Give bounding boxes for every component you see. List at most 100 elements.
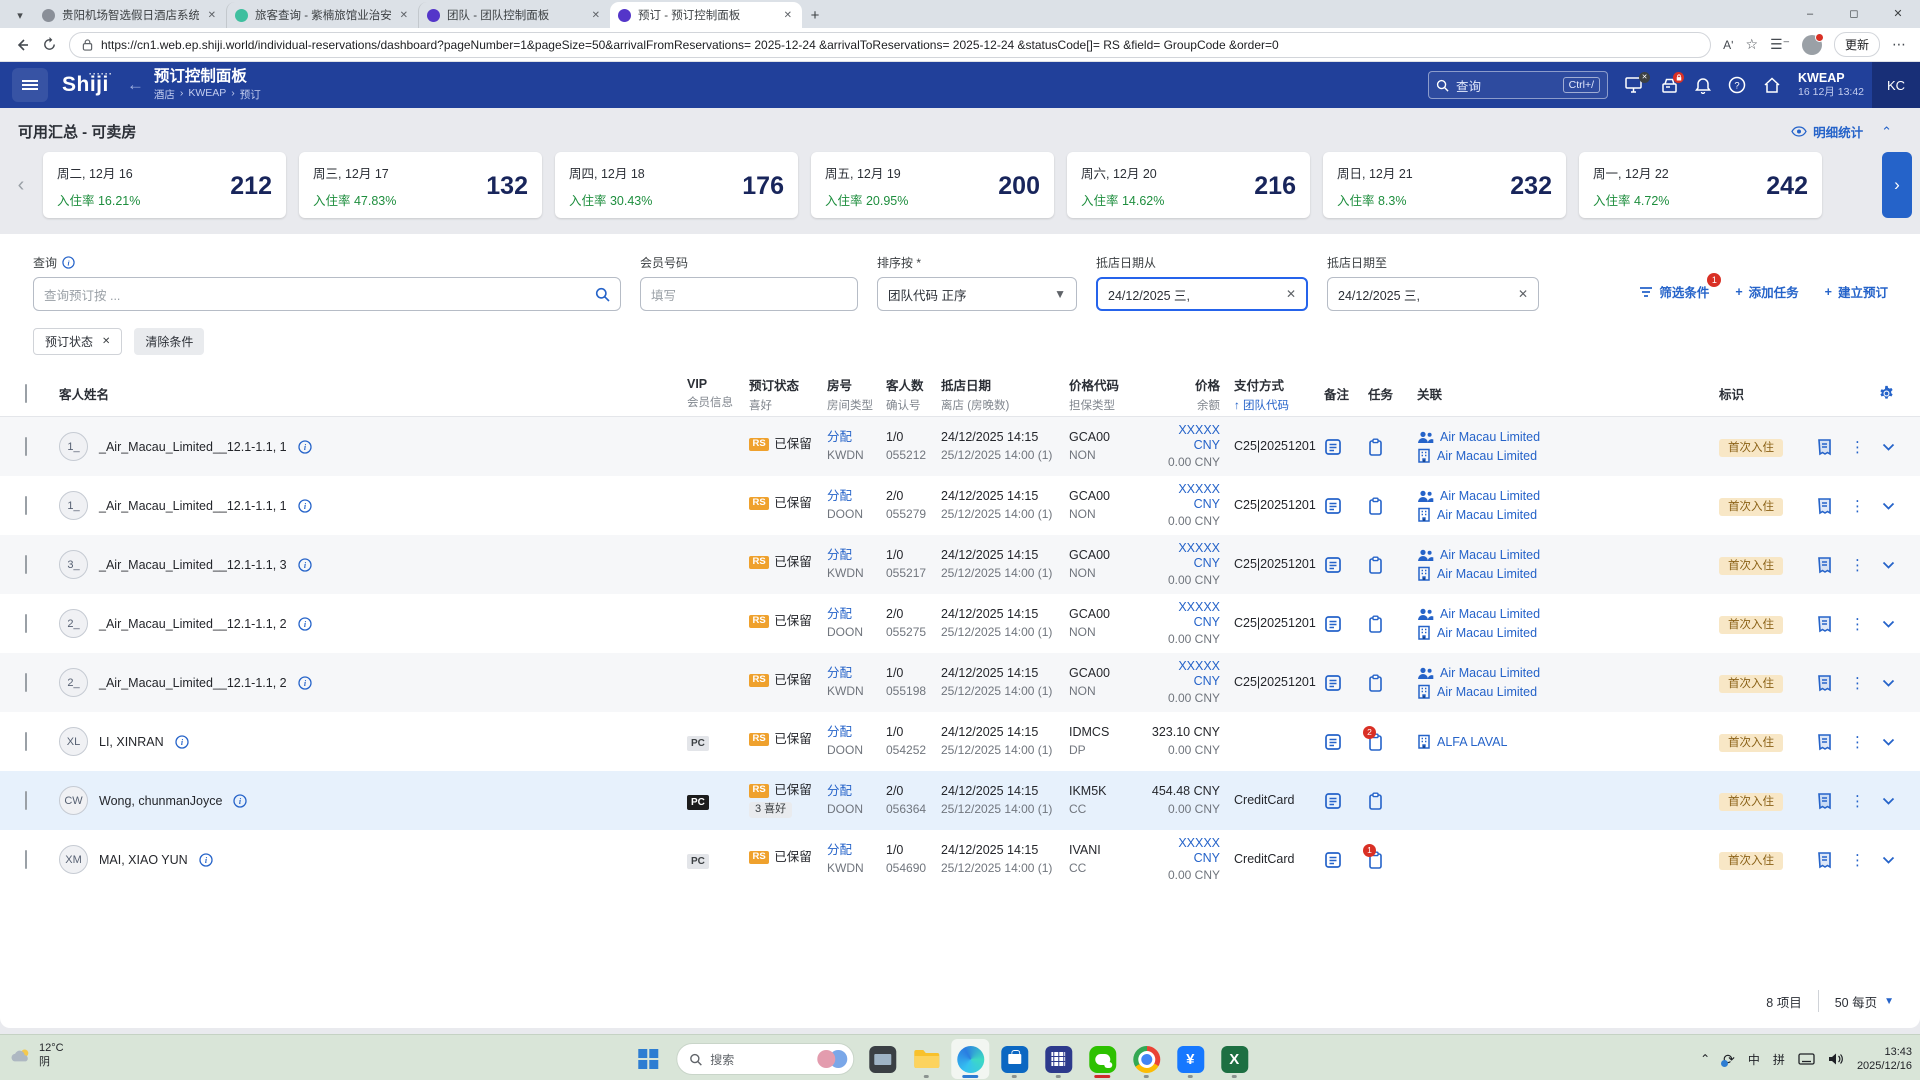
refresh-icon[interactable] — [42, 37, 57, 52]
expand-chevron-icon[interactable] — [1882, 679, 1895, 687]
notes-icon[interactable] — [1324, 497, 1368, 515]
linked-profile-link[interactable]: Air Macau Limited — [1440, 430, 1540, 444]
linked-profile-link[interactable]: Air Macau Limited — [1437, 685, 1537, 699]
assign-room-link[interactable]: 分配 — [827, 666, 852, 680]
tray-expand-icon[interactable]: ⌃ — [1700, 1052, 1710, 1066]
create-reservation-button[interactable]: + 建立预订 — [1825, 282, 1888, 301]
member-input[interactable]: 填写 — [640, 277, 858, 311]
table-row[interactable]: CW Wong, chunmanJoyce i PC RS 已保留 3 喜好 分配… — [0, 771, 1920, 830]
column-header[interactable]: 任务 — [1368, 384, 1417, 403]
clear-x-icon[interactable]: ✕ — [1518, 287, 1528, 301]
table-row[interactable]: XM MAI, XIAO YUN i PC RS 已保留 分配 KWDN 1/0 … — [0, 830, 1920, 889]
info-icon[interactable]: i — [199, 852, 213, 867]
edge-browser-icon[interactable] — [951, 1039, 990, 1079]
availability-card[interactable]: 周六, 12月 20 入住率 14.62% 216 — [1067, 152, 1310, 218]
linked-profile-link[interactable]: Air Macau Limited — [1437, 449, 1537, 463]
row-checkbox[interactable] — [25, 436, 59, 456]
expand-chevron-icon[interactable] — [1882, 443, 1895, 451]
assign-room-link[interactable]: 分配 — [827, 843, 852, 857]
assign-room-link[interactable]: 分配 — [827, 489, 852, 503]
collapse-chevron-icon[interactable]: ⌃ — [1881, 124, 1892, 140]
chip-remove-icon[interactable]: ✕ — [102, 336, 110, 347]
expand-chevron-icon[interactable] — [1882, 856, 1895, 864]
select-all-checkbox[interactable] — [25, 383, 59, 403]
linked-profile-link[interactable]: Air Macau Limited — [1437, 508, 1537, 522]
start-button[interactable] — [629, 1039, 667, 1079]
tab-search-chevron-icon[interactable]: ▾ — [6, 2, 34, 28]
detail-statistics-link[interactable]: 明细统计 — [1791, 122, 1863, 141]
info-icon[interactable]: i — [297, 616, 312, 631]
notes-cell[interactable] — [1324, 792, 1368, 810]
sort-select[interactable]: 团队代码 正序 ▼ — [877, 277, 1077, 311]
masked-price-link[interactable]: XXXXX CNY — [1149, 600, 1220, 629]
browser-profile-avatar[interactable] — [1801, 32, 1824, 55]
column-header[interactable]: 客人数 确认号 — [886, 375, 941, 413]
window-minimize-button[interactable]: – — [1788, 0, 1832, 27]
availability-card[interactable]: 周四, 12月 18 入住率 30.43% 176 — [555, 152, 798, 218]
column-header[interactable]: 预订状态 喜好 — [749, 375, 827, 413]
calculator-icon[interactable] — [1039, 1039, 1077, 1079]
linked-profile-link[interactable]: ALFA LAVAL — [1437, 735, 1507, 749]
column-header[interactable]: 支付方式 ↑ 团队代码 — [1234, 375, 1324, 413]
folio-icon[interactable] — [1816, 674, 1833, 692]
arrival-to-input[interactable]: 24/12/2025 三, ✕ — [1327, 277, 1539, 311]
expand-chevron-icon[interactable] — [1882, 620, 1895, 628]
folio-icon[interactable] — [1816, 438, 1833, 456]
user-avatar[interactable]: KC — [1872, 62, 1920, 108]
task-clipboard-icon[interactable] — [1368, 674, 1417, 692]
notifications-bell-icon[interactable] — [1695, 76, 1712, 94]
column-header[interactable]: 标识 — [1719, 384, 1807, 403]
info-icon[interactable]: i — [297, 557, 312, 572]
notes-icon[interactable] — [1324, 792, 1368, 810]
browser-tab[interactable]: 贵阳机场智选假日酒店系统网址导 ✕ — [34, 2, 226, 28]
touch-keyboard-icon[interactable] — [1798, 1052, 1815, 1066]
carousel-prev-icon[interactable]: ‹ — [12, 174, 30, 197]
row-checkbox[interactable] — [25, 849, 59, 869]
taskbar-search-input[interactable]: 搜索 — [676, 1043, 855, 1075]
expand-chevron-icon[interactable] — [1882, 797, 1895, 805]
tasks-cell[interactable] — [1368, 497, 1417, 515]
chrome-icon[interactable] — [1127, 1039, 1165, 1079]
row-menu-icon[interactable]: ⋮ — [1850, 674, 1865, 692]
row-checkbox[interactable] — [25, 790, 59, 810]
task-clipboard-icon[interactable] — [1368, 615, 1417, 633]
property-info[interactable]: KWEAP 16 12月 13:42 — [1798, 71, 1864, 100]
row-checkbox[interactable] — [25, 672, 59, 692]
help-icon[interactable]: ? — [1728, 76, 1746, 94]
tasks-cell[interactable] — [1368, 792, 1417, 810]
alipay-icon[interactable]: ¥ — [1171, 1039, 1209, 1079]
guest-name[interactable]: _Air_Macau_Limited__12.1-1.1, 1 — [99, 499, 287, 513]
add-task-button[interactable]: + 添加任务 — [1735, 282, 1798, 301]
masked-price-link[interactable]: XXXXX CNY — [1149, 836, 1220, 865]
info-icon[interactable]: i — [297, 498, 312, 513]
row-menu-icon[interactable]: ⋮ — [1850, 556, 1865, 574]
guest-name[interactable]: _Air_Macau_Limited__12.1-1.1, 3 — [99, 558, 287, 572]
browser-update-button[interactable]: 更新 — [1833, 32, 1880, 57]
table-row[interactable]: 2_ _Air_Macau_Limited__12.1-1.1, 2 i RS 已… — [0, 594, 1920, 653]
tab-close-icon[interactable]: ✕ — [782, 10, 794, 21]
notes-cell[interactable] — [1324, 674, 1368, 692]
row-menu-icon[interactable]: ⋮ — [1850, 733, 1865, 751]
page-back-icon[interactable]: ← — [127, 75, 144, 95]
table-row[interactable]: 3_ _Air_Macau_Limited__12.1-1.1, 3 i RS 已… — [0, 535, 1920, 594]
notes-cell[interactable]: 1 — [1324, 843, 1376, 869]
menu-hamburger-icon[interactable] — [12, 68, 48, 102]
folio-icon[interactable] — [1816, 615, 1833, 633]
folio-icon[interactable] — [1816, 792, 1833, 810]
task-clipboard-icon[interactable] — [1368, 556, 1417, 574]
linked-profile-link[interactable]: Air Macau Limited — [1437, 567, 1537, 581]
tasks-cell[interactable] — [1368, 556, 1417, 574]
guest-name[interactable]: Wong, chunmanJoyce — [99, 794, 222, 808]
info-icon[interactable]: i — [62, 256, 75, 269]
guest-name[interactable]: _Air_Macau_Limited__12.1-1.1, 1 — [99, 440, 287, 454]
masked-price-link[interactable]: XXXXX CNY — [1149, 659, 1220, 688]
column-header[interactable]: 价格 余额 — [1149, 375, 1234, 413]
assign-room-link[interactable]: 分配 — [827, 725, 852, 739]
row-menu-icon[interactable]: ⋮ — [1850, 497, 1865, 515]
notes-cell[interactable]: 2 — [1324, 725, 1376, 751]
availability-card[interactable]: 周二, 12月 16 入住率 16.21% 212 — [43, 152, 286, 218]
wechat-icon[interactable] — [1083, 1039, 1121, 1079]
arrival-from-input[interactable]: 24/12/2025 三, ✕ — [1096, 277, 1308, 311]
guest-name[interactable]: _Air_Macau_Limited__12.1-1.1, 2 — [99, 617, 287, 631]
address-field[interactable]: https://cn1.web.ep.shiji.world/individua… — [69, 31, 1712, 58]
